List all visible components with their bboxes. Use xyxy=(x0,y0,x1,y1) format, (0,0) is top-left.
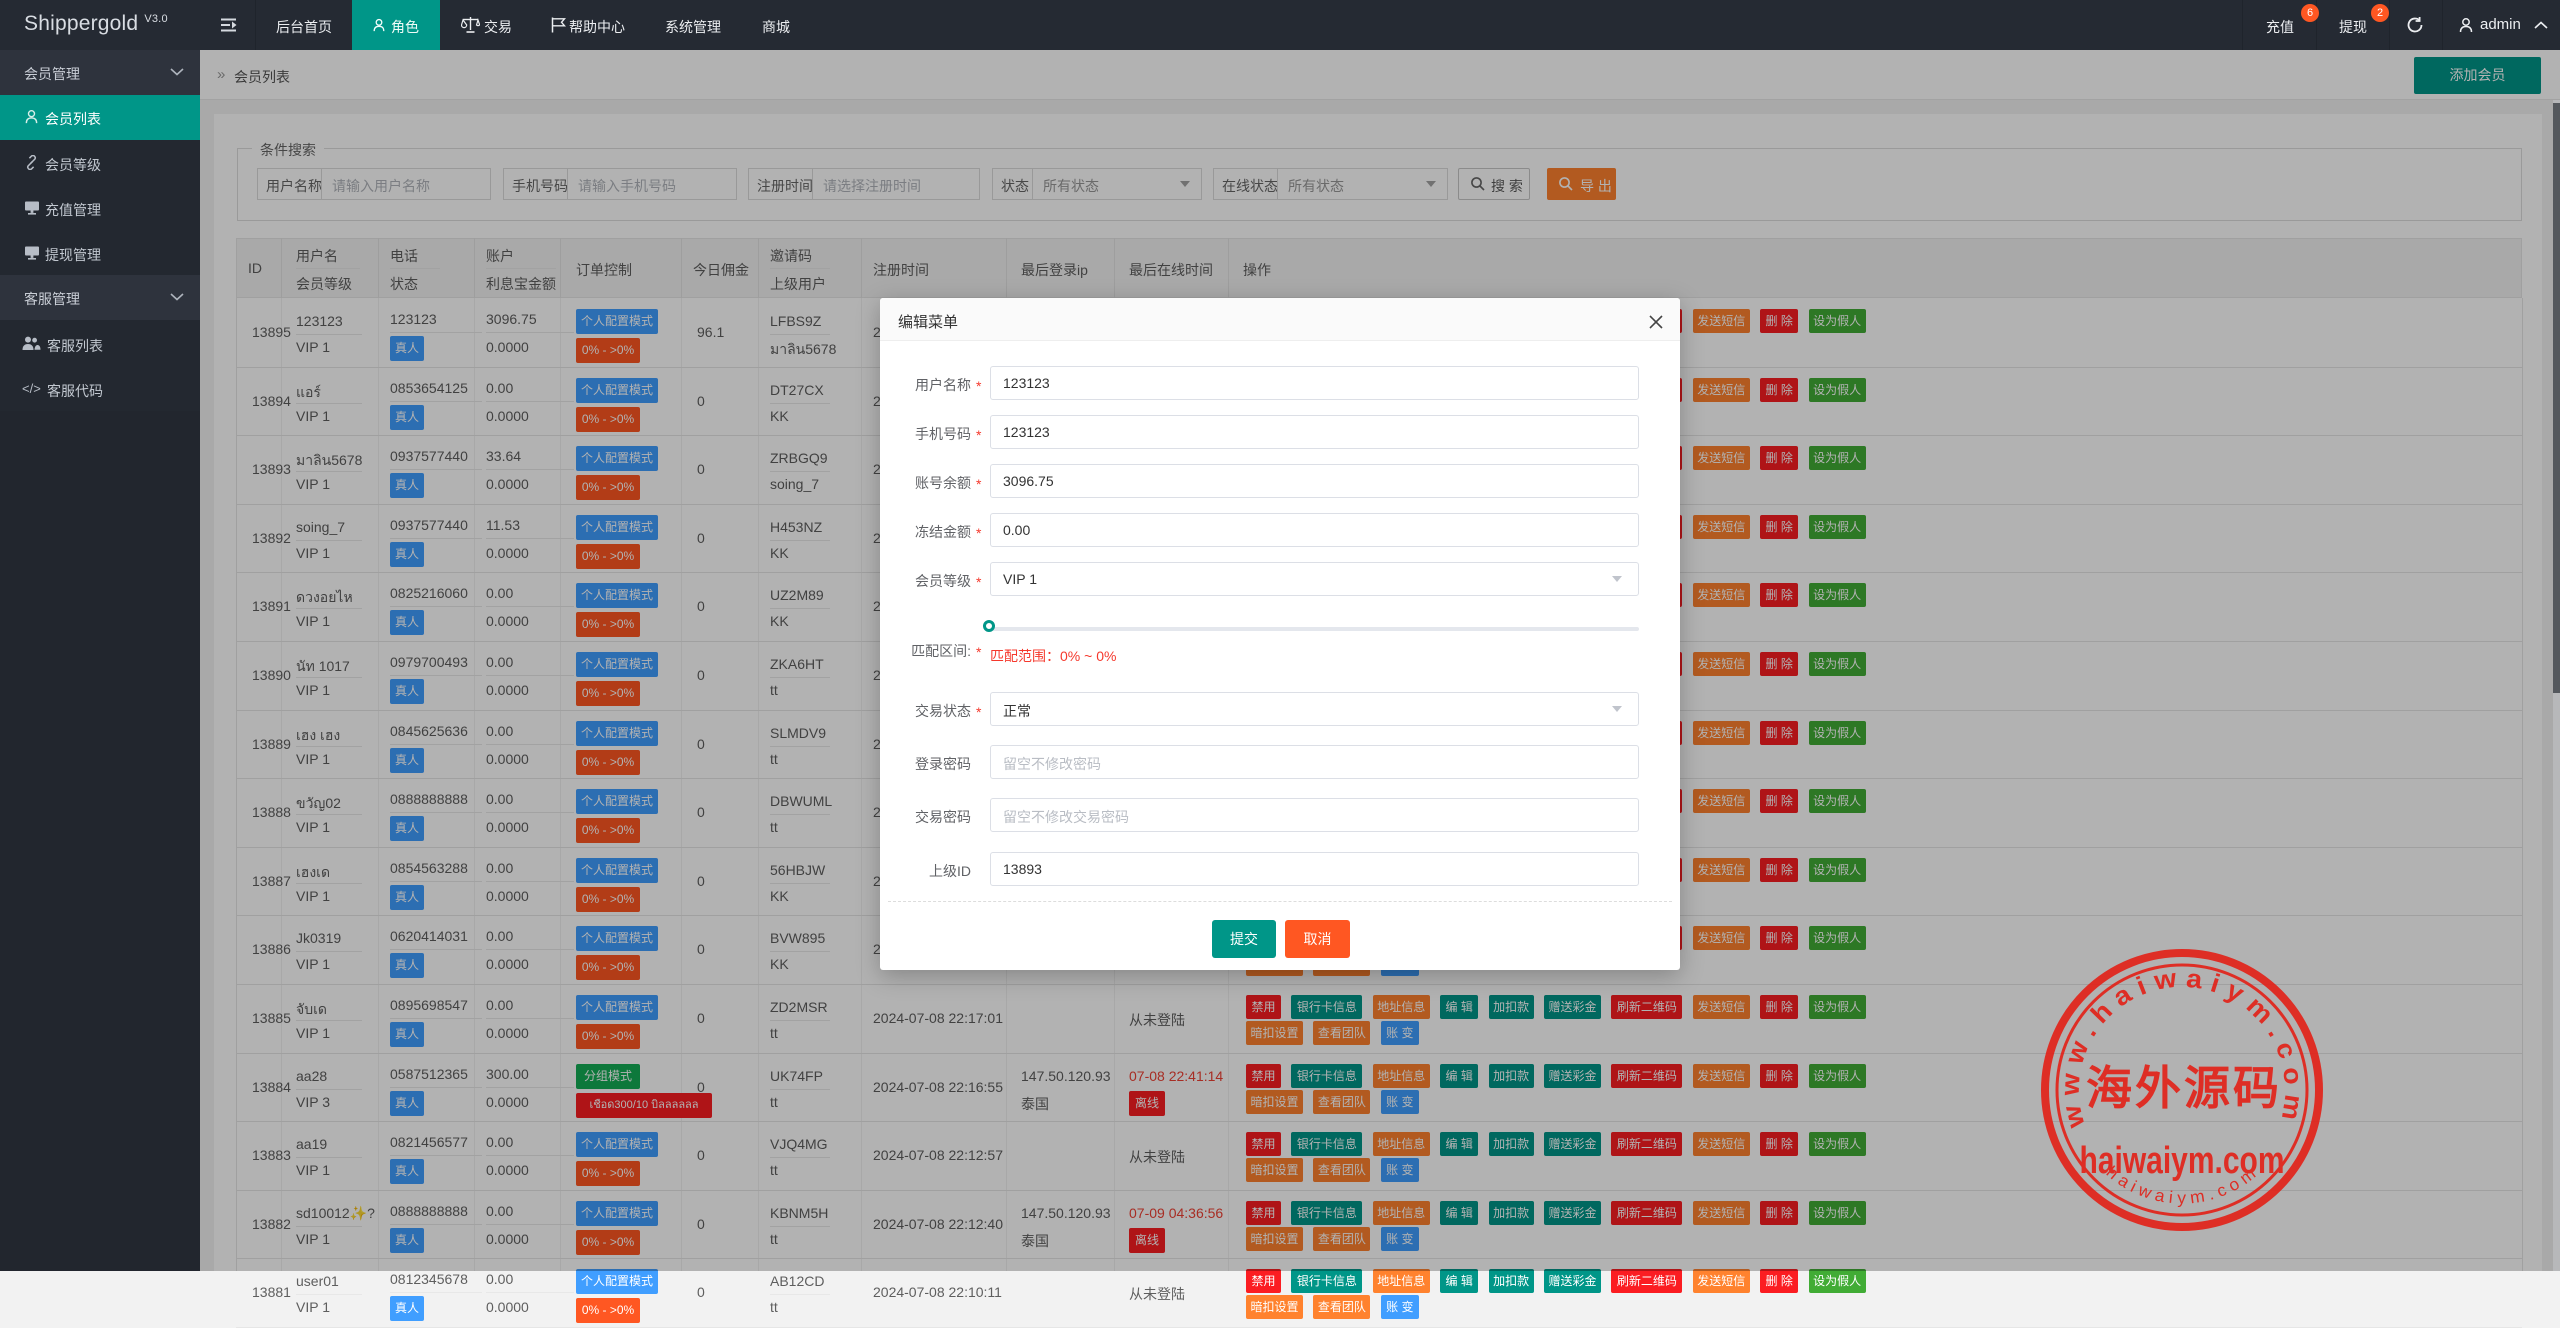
svg-text:海外源码: 海外源码 xyxy=(2086,1062,2282,1114)
